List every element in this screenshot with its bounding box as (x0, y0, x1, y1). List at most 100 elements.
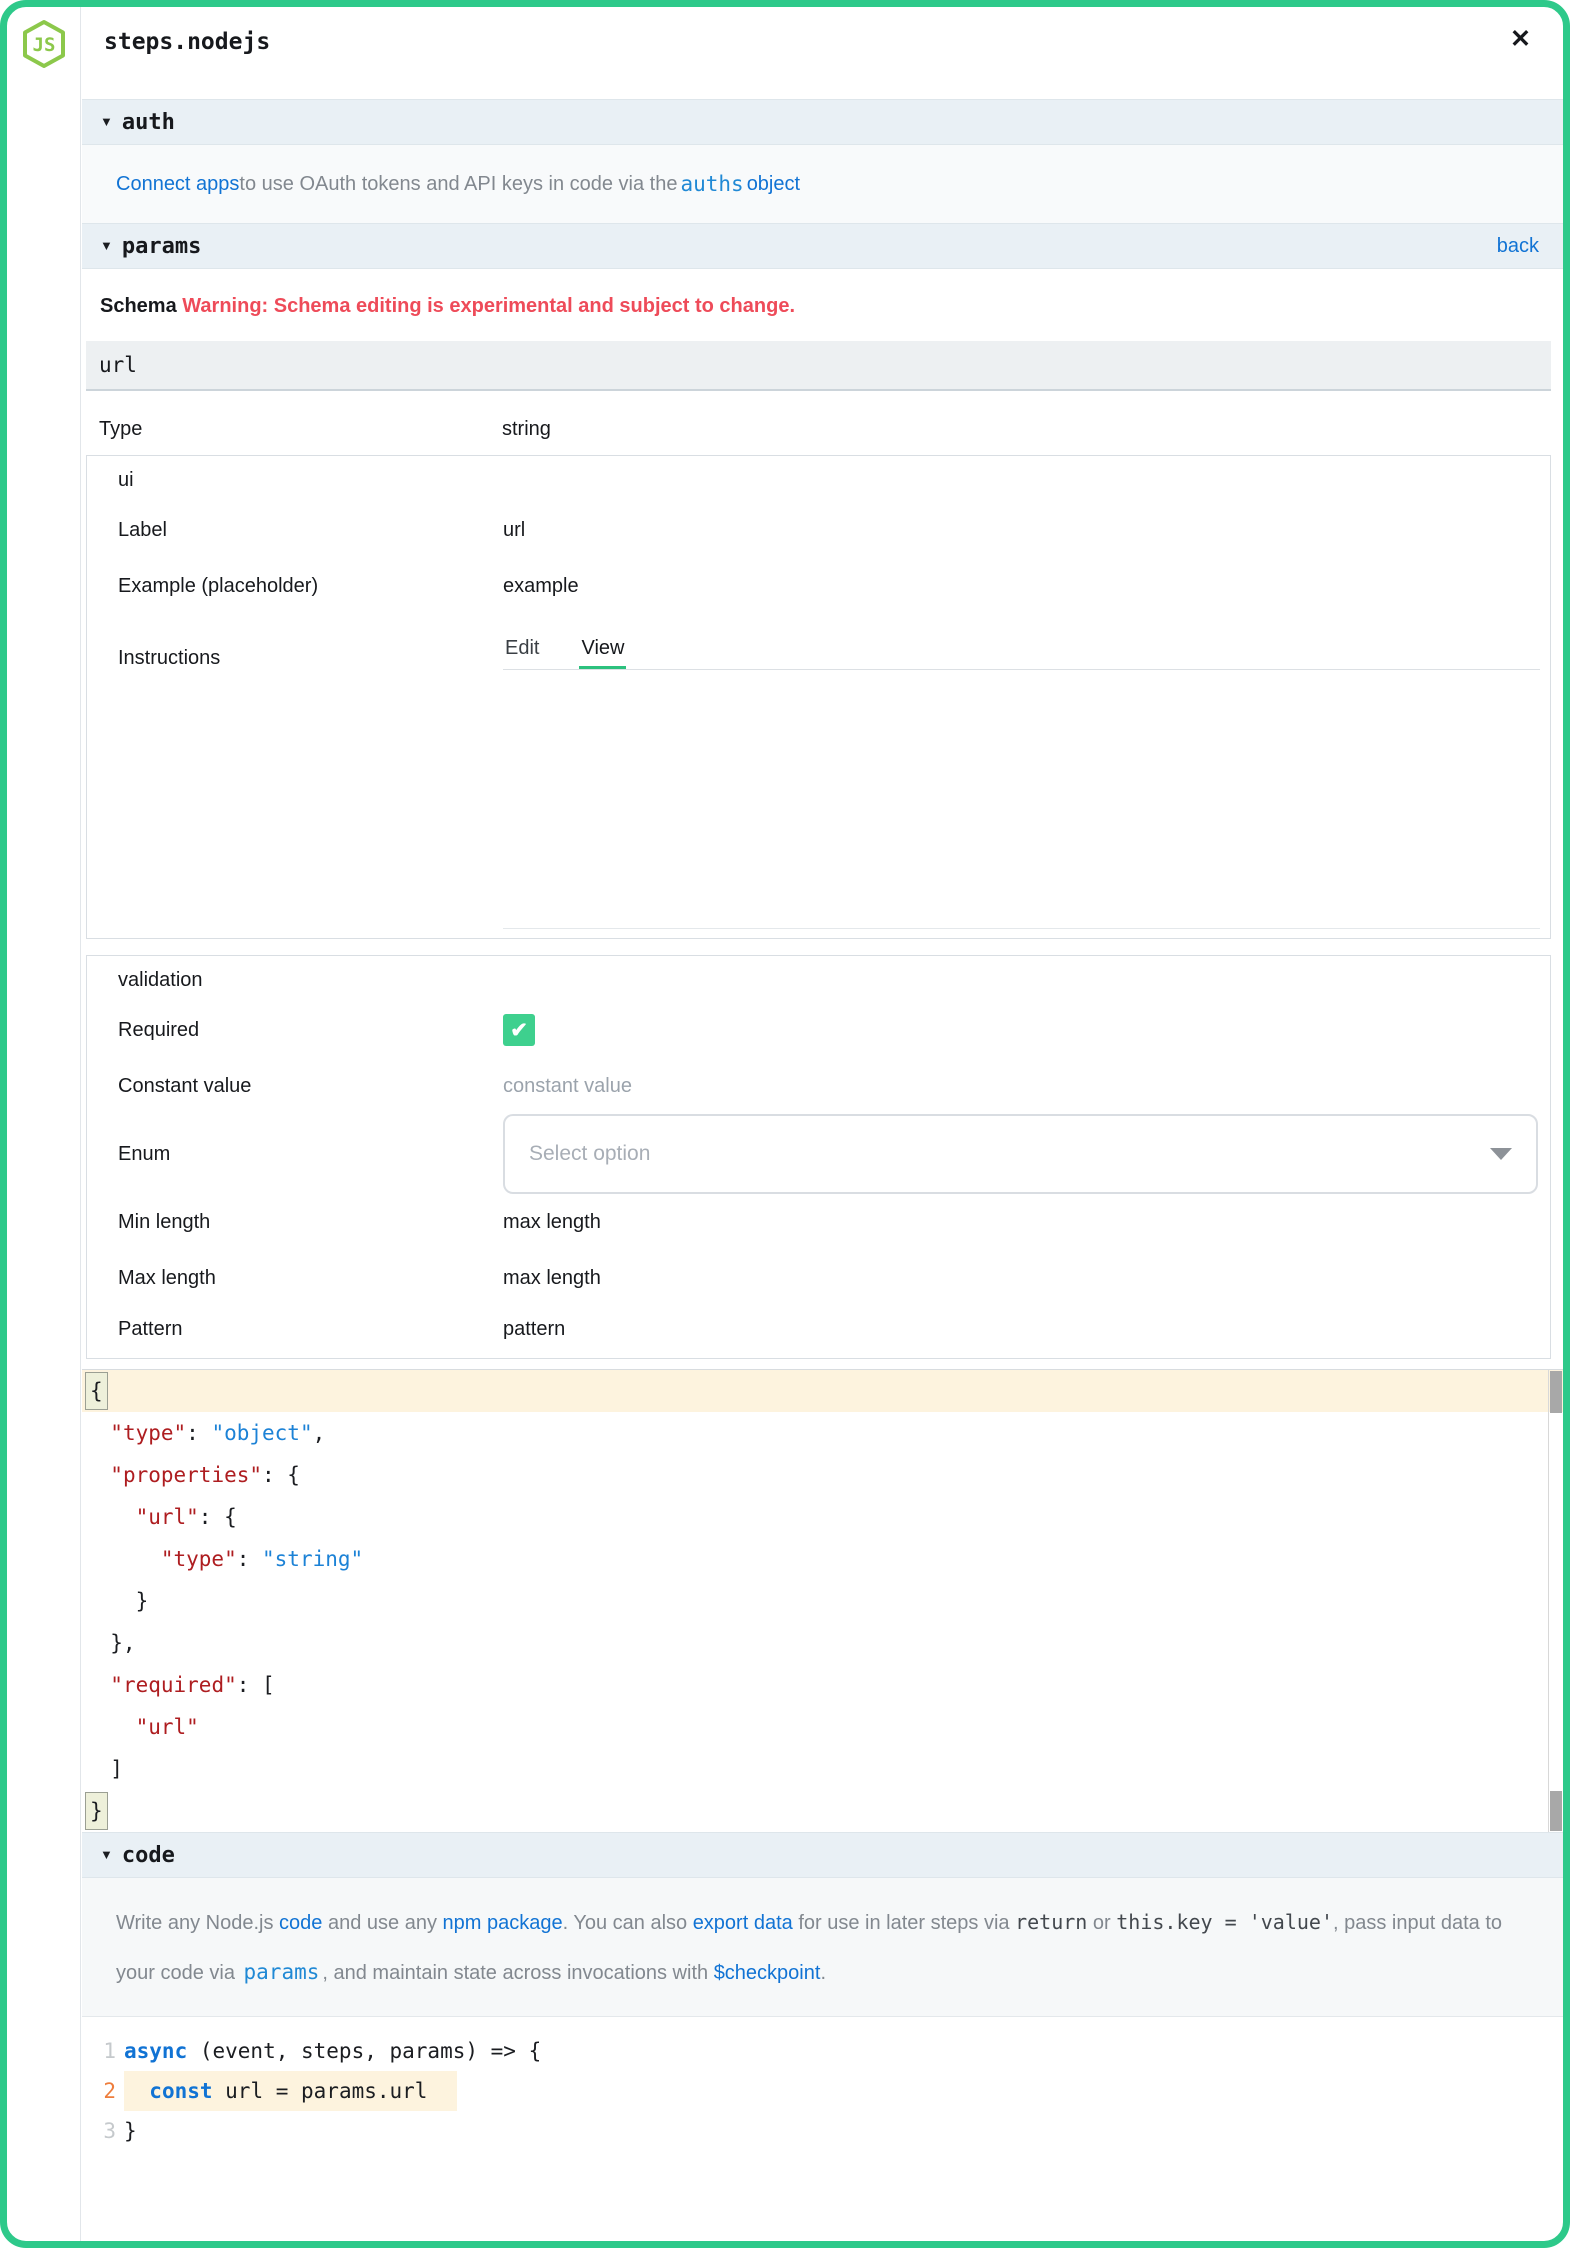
min-length-label: Min length (87, 1211, 503, 1234)
max-length-label: Max length (87, 1267, 503, 1290)
titlebar: steps.nodejs ✕ (82, 7, 1563, 99)
code-editor-line[interactable]: 2 const url = params.url (82, 2071, 1563, 2111)
back-link[interactable]: back (1497, 235, 1539, 258)
code-token: "url" (136, 1715, 199, 1739)
validation-box-title: validation (87, 956, 1550, 1002)
example-row-value[interactable]: example (503, 575, 1550, 598)
code-editor-line[interactable]: 3} (82, 2111, 1563, 2151)
pattern-label: Pattern (87, 1318, 503, 1341)
pattern-input[interactable]: pattern (503, 1318, 1550, 1341)
json-editor-line[interactable]: } (82, 1790, 1563, 1832)
inline-text: and use any (322, 1912, 442, 1934)
matching-bracket: } (85, 1792, 108, 1830)
schema-json-editor[interactable]: { "type": "object", "properties": { "url… (82, 1369, 1563, 1832)
type-value[interactable]: string (502, 418, 551, 441)
constant-value-label: Constant value (87, 1075, 503, 1098)
schema-heading-row: Schema Warning: Schema editing is experi… (100, 295, 1563, 329)
label-row-value[interactable]: url (503, 519, 1550, 542)
type-label: Type (82, 418, 502, 441)
enum-select-placeholder: Select option (529, 1142, 650, 1166)
code-token (85, 1463, 110, 1487)
schema-heading: Schema (100, 295, 177, 317)
inline-text: or (1087, 1912, 1116, 1934)
instructions-tabs: Edit View (503, 631, 1540, 670)
enum-label: Enum (87, 1143, 503, 1166)
inline-text: return (1015, 1910, 1087, 1934)
code-token: : [ (237, 1673, 275, 1697)
code-token (85, 1505, 136, 1529)
json-editor-line[interactable]: "type": "object", (82, 1412, 1563, 1454)
json-editor-line[interactable]: "url": { (82, 1496, 1563, 1538)
inline-link[interactable]: npm package (443, 1912, 563, 1934)
json-editor-line[interactable]: } (82, 1580, 1563, 1622)
inline-link[interactable]: Connect apps (116, 173, 239, 196)
params-section-header[interactable]: ▼ params back (82, 223, 1563, 269)
code-token: "type" (110, 1421, 186, 1445)
instructions-label: Instructions (87, 647, 503, 670)
json-editor-line[interactable]: "type": "string" (82, 1538, 1563, 1580)
code-editor-line[interactable]: 1 async (event, steps, params) => { (82, 2031, 1563, 2071)
tab-view[interactable]: View (579, 631, 626, 669)
scrollbar-thumb[interactable] (1550, 1371, 1562, 1413)
line-number: 3 (82, 2111, 116, 2151)
min-length-input[interactable]: max length (503, 1211, 1550, 1234)
code-token: async (124, 2039, 187, 2063)
json-editor-line[interactable]: { (82, 1370, 1563, 1412)
max-length-input[interactable]: max length (503, 1267, 1550, 1290)
code-token: "url" (136, 1505, 199, 1529)
param-name-input[interactable]: url (86, 341, 1551, 391)
tab-edit[interactable]: Edit (503, 631, 541, 669)
code-section-header[interactable]: ▼ code (82, 1832, 1563, 1878)
constant-value-input[interactable]: constant value (503, 1075, 1550, 1098)
code-editor[interactable]: 1 async (event, steps, params) => { 2 cons… (82, 2017, 1563, 2171)
code-token: ] (85, 1757, 123, 1781)
inline-link[interactable]: object (747, 173, 800, 196)
code-token: (event, steps, params) => { (187, 2039, 541, 2063)
inline-text: . You can also (563, 1912, 693, 1934)
chevron-down-icon (1490, 1148, 1512, 1160)
code-token (85, 1421, 110, 1445)
code-token: : (237, 1547, 262, 1571)
inline-text: , and maintain state across invocations … (322, 1962, 713, 1984)
scrollbar-thumb[interactable] (1550, 1791, 1562, 1831)
max-length-row: Max length max length (87, 1250, 1550, 1306)
inline-text: for use in later steps via (793, 1912, 1015, 1934)
json-editor-line[interactable]: "url" (82, 1706, 1563, 1748)
code-token: } (124, 2119, 137, 2143)
inline-link[interactable]: export data (693, 1912, 793, 1934)
json-editor-line[interactable]: "required": [ (82, 1664, 1563, 1706)
json-editor-line[interactable]: "properties": { (82, 1454, 1563, 1496)
instructions-row: Instructions Edit View (87, 614, 1550, 670)
code-token: } (85, 1589, 148, 1613)
code-token: url = params.url (213, 2079, 428, 2103)
auth-section-header[interactable]: ▼ auth (82, 99, 1563, 145)
code-token: const (149, 2079, 212, 2103)
instructions-view-content[interactable] (87, 670, 1550, 938)
min-length-row: Min length max length (87, 1194, 1550, 1250)
inline-link[interactable]: params (241, 1960, 323, 1984)
chevron-down-icon: ▼ (100, 114, 113, 129)
code-token: "properties" (110, 1463, 262, 1487)
code-token (85, 1715, 136, 1739)
required-label: Required (87, 1019, 503, 1042)
inline-link[interactable]: auths (677, 172, 746, 196)
inline-link[interactable]: code (279, 1912, 322, 1934)
ui-box-title: ui (87, 456, 1550, 502)
step-title: steps.nodejs (104, 29, 270, 55)
enum-select[interactable]: Select option (503, 1114, 1538, 1194)
constant-value-row: Constant value constant value (87, 1058, 1550, 1114)
json-editor-line[interactable]: }, (82, 1622, 1563, 1664)
pattern-row: Pattern pattern (87, 1306, 1550, 1352)
line-number: 1 (82, 2031, 116, 2071)
inline-link[interactable]: $checkpoint (714, 1962, 821, 1984)
ui-box: ui Label url Example (placeholder) examp… (86, 455, 1551, 939)
required-checkbox[interactable]: ✔ (503, 1014, 535, 1046)
enum-row: Enum Select option (87, 1114, 1550, 1194)
label-row-label: Label (87, 519, 503, 542)
json-editor-line[interactable]: ] (82, 1748, 1563, 1790)
close-icon[interactable]: ✕ (1510, 27, 1531, 52)
editor-scrollbar[interactable] (1548, 1370, 1563, 1832)
auth-section-label: auth (122, 110, 175, 135)
code-section-label: code (122, 1843, 175, 1868)
example-row: Example (placeholder) example (87, 558, 1550, 614)
